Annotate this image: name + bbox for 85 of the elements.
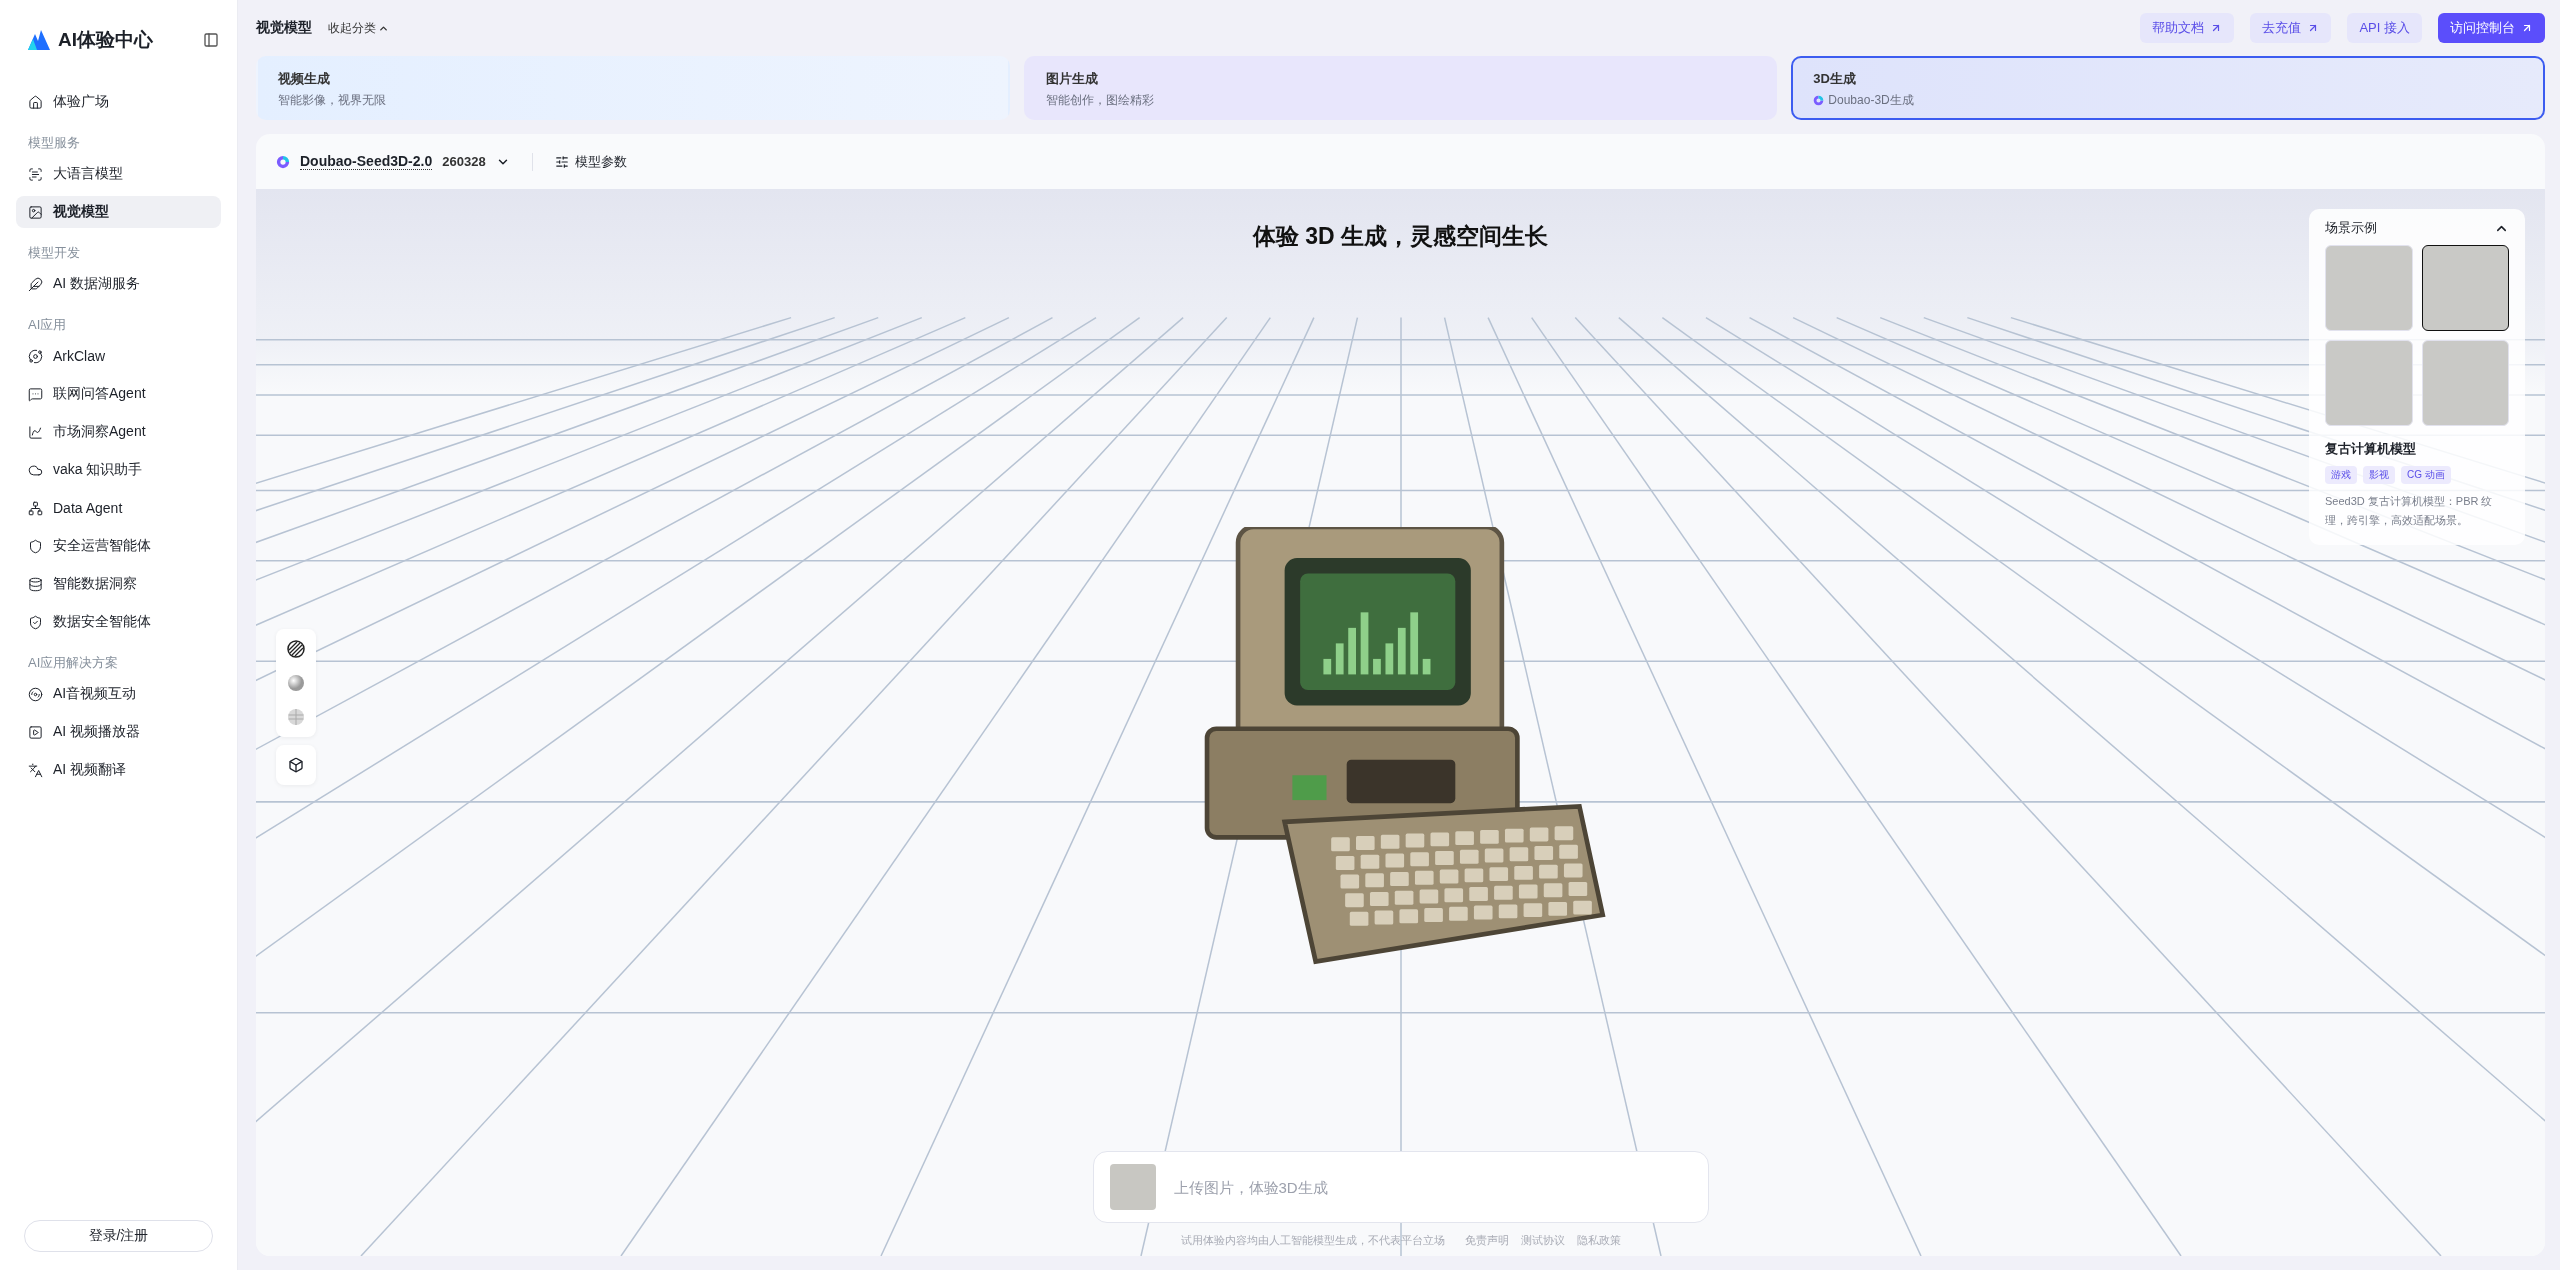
sidebar-item-label: AI 视频翻译 bbox=[53, 761, 127, 779]
example-name: 复古计算机模型 bbox=[2325, 440, 2417, 458]
sidebar-item[interactable]: vaka 知识助手 bbox=[16, 454, 221, 486]
sidebar-item-label: ArkClaw bbox=[53, 348, 106, 364]
collapse-toggle[interactable]: 收起分类 bbox=[328, 19, 389, 37]
chart-icon bbox=[28, 424, 43, 440]
sidebar-item-label: 市场洞察Agent bbox=[53, 423, 146, 441]
section-title: 模型开发 bbox=[27, 244, 81, 262]
tag: CG 动画 bbox=[2401, 466, 2451, 484]
console-button[interactable]: 访问控制台 bbox=[2438, 13, 2545, 43]
category-subtitle: Doubao-3D生成 bbox=[1828, 92, 1914, 109]
sidebar-item[interactable]: ArkClaw bbox=[16, 340, 221, 372]
page-title: 视觉模型 bbox=[256, 19, 312, 37]
shield-icon bbox=[28, 538, 43, 554]
house-icon bbox=[28, 94, 43, 110]
sidebar-item[interactable]: 智能数据洞察 bbox=[16, 568, 221, 600]
category-title: 视频生成 bbox=[278, 70, 331, 88]
section-title: AI应用解决方案 bbox=[27, 654, 120, 672]
sidebar-item[interactable]: 联网问答Agent bbox=[16, 378, 221, 410]
tag: 影视 bbox=[2363, 466, 2395, 484]
cloud-icon bbox=[28, 462, 43, 478]
chat-icon bbox=[28, 386, 43, 402]
sliders-icon bbox=[554, 154, 569, 169]
sidebar-item[interactable]: 安全运营智能体 bbox=[16, 530, 221, 562]
sidebar-item-label: vaka 知识助手 bbox=[53, 461, 143, 479]
sidebar-item-label: 联网问答Agent bbox=[53, 385, 146, 403]
sidebar-item-label: AI 视频播放器 bbox=[53, 723, 141, 741]
section-title: 模型服务 bbox=[27, 134, 81, 152]
sidebar-item[interactable]: AI音视频互动 bbox=[16, 678, 221, 710]
image-icon bbox=[28, 204, 43, 220]
sidebar-item-label: 安全运营智能体 bbox=[53, 537, 151, 555]
login-button[interactable]: 登录/注册 bbox=[24, 1220, 213, 1252]
model-version: 260328 bbox=[442, 154, 486, 169]
seed-logo-icon bbox=[1813, 95, 1825, 106]
sidebar-item-label: 智能数据洞察 bbox=[53, 575, 137, 593]
sidebar-item[interactable]: 数据安全智能体 bbox=[16, 606, 221, 638]
languages-icon bbox=[28, 762, 43, 778]
text-scan-icon bbox=[28, 166, 43, 182]
sidebar-item-label: Data Agent bbox=[53, 500, 123, 516]
model-name[interactable]: Doubao-Seed3D-2.0 bbox=[300, 153, 433, 170]
sidebar-item-label: 数据安全智能体 bbox=[53, 613, 151, 631]
sidebar-item[interactable]: 大语言模型 bbox=[16, 158, 221, 190]
sidebar-item-label: 视觉模型 bbox=[53, 203, 109, 221]
database-icon bbox=[28, 576, 43, 592]
tag: 游戏 bbox=[2325, 466, 2357, 484]
sidebar-item[interactable]: Data Agent bbox=[16, 492, 221, 524]
disclaimer-text: 试用体验内容均由人工智能模型生成，不代表平台立场 bbox=[1180, 1233, 1445, 1248]
category-card[interactable]: 图片生成 智能创作，图绘精彩 bbox=[1023, 56, 1778, 120]
header-link-button[interactable]: 去充值 bbox=[2250, 13, 2332, 43]
category-card[interactable]: 3D生成 Doubao-3D生成 bbox=[1791, 56, 2545, 120]
category-subtitle: 智能创作，图绘精彩 bbox=[1045, 92, 1154, 109]
category-card[interactable]: 视频生成 智能影像，视界无限 bbox=[256, 56, 1010, 120]
sidebar-item[interactable]: 体验广场 bbox=[16, 86, 221, 118]
section-title: AI应用 bbox=[27, 316, 68, 334]
external-arrow-icon bbox=[2521, 22, 2533, 34]
logo-text: AI体验中心 bbox=[58, 28, 154, 52]
sidebar-item[interactable]: 视觉模型 bbox=[16, 196, 221, 228]
photo-placeholder[interactable] bbox=[2421, 245, 2509, 331]
panel-title: 场景示例 bbox=[2325, 219, 2377, 237]
play-icon bbox=[28, 724, 43, 740]
sidebar-item-label: 体验广场 bbox=[53, 93, 109, 111]
header-link-button[interactable]: API 接入 bbox=[2347, 13, 2422, 43]
sidebar-item[interactable]: AI 视频播放器 bbox=[16, 716, 221, 748]
category-subtitle: 智能影像，视界无限 bbox=[278, 92, 386, 109]
headline: 体验 3D 生成，灵感空间生长 bbox=[1252, 222, 1549, 251]
sidebar-item[interactable]: 市场洞察Agent bbox=[16, 416, 221, 448]
header-link-button[interactable]: 帮助文档 bbox=[2140, 13, 2235, 43]
feather-icon bbox=[28, 276, 43, 292]
example-description: Seed3D 复古计算机模型：PBR 纹理，跨引擎，高效适配场景。 bbox=[2325, 494, 2494, 528]
network-icon bbox=[28, 500, 43, 516]
disc-icon bbox=[28, 686, 43, 702]
seed-logo-icon bbox=[276, 154, 290, 169]
shield-check-icon bbox=[28, 614, 43, 630]
sidebar-toggle-icon[interactable] bbox=[203, 32, 219, 48]
sidebar-item-label: AI 数据湖服务 bbox=[53, 275, 141, 293]
orbit-icon bbox=[28, 348, 43, 364]
category-title: 3D生成 bbox=[1813, 70, 1857, 88]
sidebar-item[interactable]: AI 视频翻译 bbox=[16, 754, 221, 786]
logo-icon bbox=[28, 30, 50, 50]
sidebar-item-label: AI音视频互动 bbox=[53, 685, 137, 703]
upload-field[interactable]: 上传图片，体验3D生成 bbox=[1171, 1177, 1692, 1197]
model-params-button[interactable]: 模型参数 bbox=[554, 152, 627, 171]
sidebar-item[interactable]: AI 数据湖服务 bbox=[16, 268, 221, 300]
sidebar-item-label: 大语言模型 bbox=[53, 165, 123, 183]
category-title: 图片生成 bbox=[1045, 70, 1099, 88]
